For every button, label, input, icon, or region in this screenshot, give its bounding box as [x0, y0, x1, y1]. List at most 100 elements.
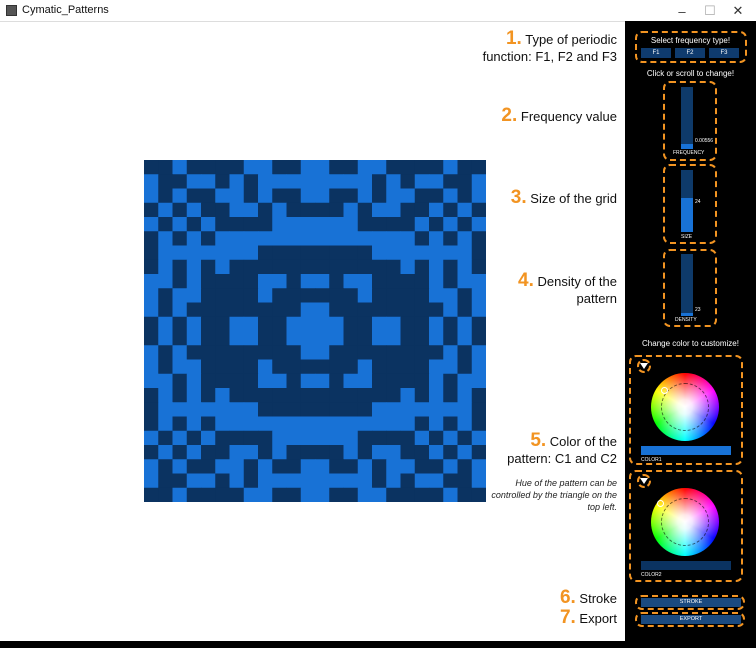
grid-cell: [329, 160, 344, 175]
hue-triangle-icon[interactable]: [640, 363, 648, 369]
grid-cell: [272, 160, 287, 175]
export-button[interactable]: EXPORT: [641, 615, 741, 624]
grid-cell: [300, 416, 316, 432]
grid-cell: [457, 459, 473, 474]
grid-cell: [144, 345, 159, 360]
color2-swatch: [641, 561, 731, 570]
f2-button[interactable]: F2: [675, 48, 705, 58]
grid-cell: [329, 388, 344, 403]
grid-cell: [201, 445, 216, 460]
grid-cell: [372, 345, 387, 360]
grid-cell: [158, 388, 173, 403]
grid-cell: [272, 231, 287, 246]
grid-cell: [300, 302, 316, 318]
grid-cell: [300, 445, 316, 460]
grid-cell: [343, 217, 359, 232]
f1-button[interactable]: F1: [641, 48, 671, 58]
grid-cell: [172, 345, 188, 360]
grid-cell: [414, 402, 430, 417]
grid-cell: [229, 388, 245, 403]
grid-cell: [414, 373, 430, 389]
grid-cell: [300, 188, 316, 204]
frequency-slider[interactable]: [681, 87, 693, 149]
grid-cell: [457, 259, 473, 275]
grid-cell: [343, 259, 359, 275]
app-icon: [6, 5, 17, 16]
grid-cell: [300, 402, 316, 417]
grid-cell: [300, 373, 316, 389]
minimize-button[interactable]: –: [668, 0, 696, 22]
close-button[interactable]: ✕: [724, 0, 752, 22]
grid-cell: [357, 402, 373, 417]
grid-cell: [457, 487, 473, 502]
grid-cell: [286, 459, 302, 474]
grid-cell: [215, 188, 230, 204]
grid-cell: [400, 188, 416, 204]
grid-cell: [144, 302, 159, 318]
grid-cell: [471, 402, 486, 417]
grid-cell: [386, 259, 401, 275]
grid-cell: [429, 259, 444, 275]
grid-cell: [286, 217, 302, 232]
grid-cell: [343, 302, 359, 318]
grid-cell: [272, 288, 287, 303]
grid-cell: [386, 160, 401, 175]
grid-cell: [400, 487, 416, 502]
grid-cell: [457, 174, 473, 189]
size-slider[interactable]: [681, 170, 693, 232]
annotation-frequency: 2. Frequency value: [501, 106, 617, 125]
color2-label: COLOR2: [641, 572, 662, 578]
grid-cell: [443, 302, 458, 318]
grid-cell: [186, 217, 202, 232]
color-wheel-1[interactable]: [651, 373, 719, 441]
annotation-text: Stroke: [579, 591, 617, 606]
grid-cell: [343, 174, 359, 189]
grid-cell: [172, 174, 188, 189]
grid-cell: [286, 160, 302, 175]
hue-triangle-icon[interactable]: [640, 478, 648, 484]
grid-cell: [243, 331, 259, 346]
grid-cell: [243, 416, 259, 432]
grid-cell: [300, 217, 316, 232]
grid-cell: [172, 202, 188, 218]
maximize-button[interactable]: ☐: [696, 0, 724, 22]
grid-cell: [272, 359, 287, 375]
grid-cell: [357, 288, 373, 303]
grid-cell: [215, 259, 230, 275]
grid-cell: [201, 160, 216, 175]
density-slider[interactable]: [681, 254, 693, 316]
f3-button[interactable]: F3: [709, 48, 739, 58]
grid-cell: [272, 202, 287, 218]
grid-cell: [144, 473, 159, 489]
color2-picker-handle[interactable]: [657, 500, 664, 507]
grid-cell: [243, 345, 259, 360]
grid-cell: [357, 302, 373, 318]
grid-cell: [357, 174, 373, 189]
stroke-button[interactable]: STROKE: [641, 598, 741, 607]
grid-cell: [144, 274, 159, 289]
grid-cell: [400, 245, 416, 261]
grid-cell: [258, 231, 273, 246]
grid-cell: [357, 487, 373, 502]
color-wheel-2[interactable]: [651, 488, 719, 556]
grid-cell: [286, 331, 302, 346]
grid-cell: [315, 487, 330, 502]
grid-cell: [186, 302, 202, 318]
grid-cell: [172, 487, 188, 502]
grid-cell: [343, 473, 359, 489]
grid-cell: [158, 231, 173, 246]
grid-cell: [315, 202, 330, 218]
grid-cell: [414, 302, 430, 318]
grid-cell: [343, 359, 359, 375]
grid-cell: [300, 359, 316, 375]
grid-cell: [229, 302, 245, 318]
color1-picker-handle[interactable]: [661, 387, 668, 394]
grid-cell: [315, 231, 330, 246]
size-slider-fill: [681, 197, 693, 232]
grid-cell: [272, 259, 287, 275]
grid-cell: [172, 473, 188, 489]
grid-cell: [443, 331, 458, 346]
grid-cell: [457, 231, 473, 246]
grid-cell: [400, 202, 416, 218]
grid-cell: [457, 160, 473, 175]
